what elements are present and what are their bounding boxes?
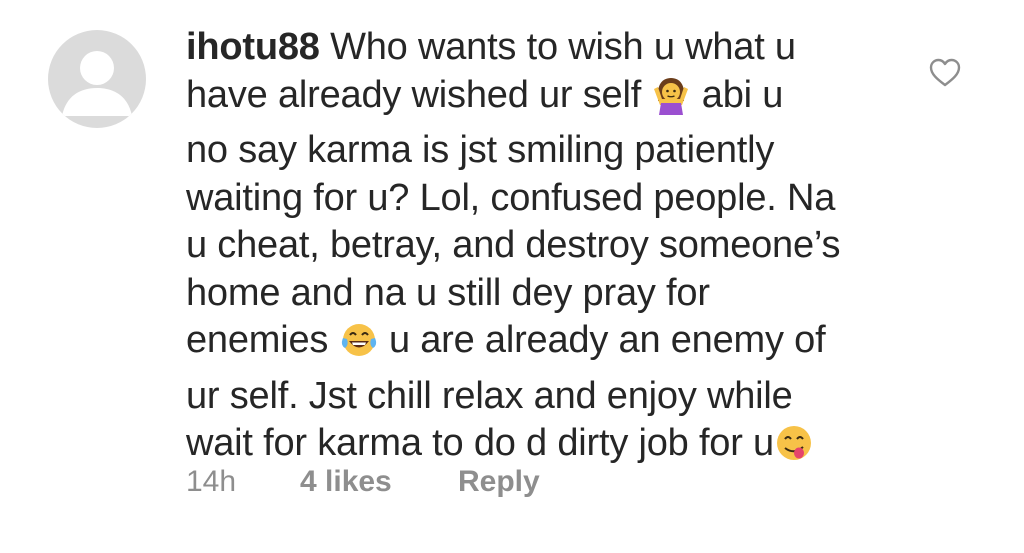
comment-line: u cheat, betray, and destroy someone’s — [186, 224, 841, 266]
reply-button[interactable]: Reply — [458, 465, 540, 499]
heart-outline-icon[interactable] — [928, 56, 962, 90]
avatar[interactable] — [48, 30, 146, 128]
tears-of-joy-emoji — [339, 320, 379, 373]
default-avatar-icon — [62, 51, 132, 116]
timestamp: 14h — [186, 465, 237, 498]
comment-line: ur self. Jst chill relax and enjoy while — [186, 374, 793, 417]
likes-count[interactable]: 4 likes — [300, 465, 392, 499]
comment-line: have already wished ur self abi u — [186, 72, 886, 128]
username[interactable]: ihotu88 — [186, 26, 320, 68]
comment-text: ihotu88 Who wants to wish u what u have … — [186, 24, 886, 476]
comment-line: no say karma is jst smiling patiently — [186, 129, 775, 171]
face-savoring-food-emoji — [774, 423, 814, 476]
comment-line: waiting for u? Lol, confused people. Na — [186, 176, 836, 219]
comment-line: enemies u are already an enemy of — [186, 317, 886, 373]
person-shrugging-emoji — [651, 75, 691, 128]
comment-line: home and na u still dey pray for — [186, 271, 710, 314]
comment-line: ihotu88 Who wants to wish u what u — [186, 26, 796, 68]
